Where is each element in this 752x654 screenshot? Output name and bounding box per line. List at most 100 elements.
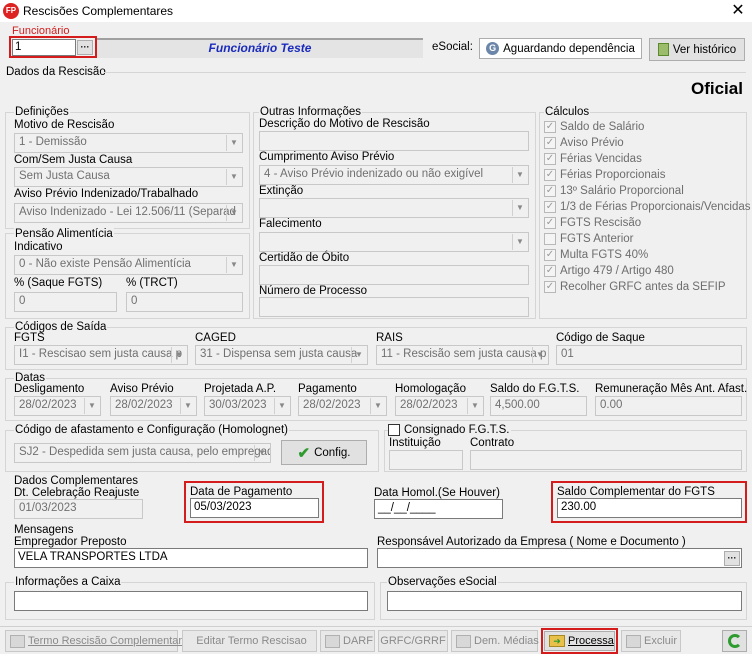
descricao-input[interactable] [259, 131, 529, 151]
processo-input[interactable] [259, 297, 529, 317]
chevron-down-icon: ▼ [180, 398, 195, 414]
history-button[interactable]: Ver histórico [649, 38, 745, 61]
rais-select[interactable]: 11 - Rescisão sem justa causa p ▼ [376, 345, 549, 365]
mensagens-title: Mensagens [14, 524, 74, 536]
pensao-title: Pensão Alimentícia [14, 228, 114, 240]
checkbox-icon: ✓ [544, 153, 556, 165]
contrato-label: Contrato [470, 437, 515, 449]
remuneracao-input[interactable]: 0.00 [595, 396, 742, 416]
aviso-label: Aviso Prévio Indenizado/Trabalhado [14, 188, 199, 200]
contrato-input[interactable] [470, 450, 742, 470]
calculo-item[interactable]: ✓ FGTS Rescisão [544, 215, 744, 231]
celebracao-label: Dt. Celebração Reajuste [14, 487, 140, 499]
esocial-label: eSocial: [432, 41, 473, 53]
obs-input[interactable] [387, 591, 742, 611]
empregador-input[interactable]: VELA TRANSPORTES LTDA [14, 548, 368, 568]
calculo-item[interactable]: ✓ Férias Vencidas [544, 151, 744, 167]
termo-button[interactable]: Termo Rescisão Complementar [5, 630, 182, 652]
calculo-item[interactable]: ✓ Aviso Prévio [544, 135, 744, 151]
caged-select[interactable]: 31 - Dispensa sem justa causa ▼ [195, 345, 368, 365]
consignado-checkbox[interactable]: Consignado F.G.T.S. [388, 422, 512, 438]
saque-fgts-input[interactable]: 0 [14, 292, 117, 312]
saque-input[interactable]: 01 [556, 345, 742, 365]
processa-button[interactable]: ➜ Processa [544, 631, 615, 651]
cumprimento-label: Cumprimento Aviso Prévio [259, 151, 395, 163]
extincao-select[interactable]: ▼ [259, 198, 529, 218]
chevron-down-icon: ▼ [512, 167, 527, 183]
justa-causa-label: Com/Sem Justa Causa [14, 154, 133, 166]
calculo-item[interactable]: ✓ Recolher GRFC antes da SEFIP [544, 279, 744, 295]
calculo-item[interactable]: ✓ Multa FGTS 40% [544, 247, 744, 263]
aviso-previo-date[interactable]: 28/02/2023 ▼ [110, 396, 197, 416]
delete-icon [626, 634, 641, 648]
homologacao-date[interactable]: 28/02/2023 ▼ [395, 396, 484, 416]
close-icon[interactable]: ✕ [724, 0, 752, 22]
aviso-previo-label: Aviso Prévio [110, 383, 174, 395]
pagamento-date[interactable]: 28/02/2023 ▼ [298, 396, 387, 416]
checkbox-icon: ✓ [544, 185, 556, 197]
caixa-label: Informações a Caixa [14, 576, 122, 588]
fgts-label: FGTS [14, 332, 45, 344]
saldo-fgts-input[interactable]: 4,500.00 [490, 396, 587, 416]
projetada-date[interactable]: 30/03/2023 ▼ [204, 396, 291, 416]
chevron-down-icon: ▼ [512, 200, 527, 216]
empregador-label: Empregador Preposto [14, 536, 127, 548]
checkbox-icon: ✓ [544, 137, 556, 149]
fgts-select[interactable]: I1 - Rescisao sem justa causa p ▼ [14, 345, 188, 365]
remuneracao-label: Remuneração Mês Ant. Afast. [595, 383, 748, 395]
grfc-button[interactable]: GRFC/GRRF [378, 630, 448, 652]
print-icon [456, 634, 471, 648]
funcionario-code-input[interactable]: 1 [12, 39, 76, 56]
data-pagamento-input[interactable]: 05/03/2023 [190, 498, 319, 518]
refresh-button[interactable] [722, 630, 747, 652]
chevron-down-icon: ▼ [532, 347, 547, 363]
cumprimento-select[interactable]: 4 - Aviso Prévio indenizado ou não exigí… [259, 165, 529, 185]
funcionario-search-button[interactable]: ··· [77, 40, 93, 55]
excluir-button[interactable]: Excluir [621, 630, 681, 652]
print-icon [325, 634, 340, 648]
chevron-down-icon: ▼ [274, 398, 289, 414]
calculo-item[interactable]: ✓ 13º Salário Proporcional [544, 183, 744, 199]
chevron-down-icon: ▼ [226, 205, 241, 221]
calculo-item[interactable]: ✓ 1/3 de Férias Proporcionais/Vencidas [544, 199, 751, 215]
calculo-item[interactable]: ✓ Férias Proporcionais [544, 167, 744, 183]
funcionario-name: Funcionário Teste [208, 41, 312, 55]
aviso-select[interactable]: Aviso Indenizado - Lei 12.506/11 (Separa… [14, 203, 243, 223]
descricao-label: Descrição do Motivo de Rescisão [259, 118, 430, 130]
afastamento-title: Código de afastamento e Configuração (Ho… [14, 424, 289, 436]
falecimento-select[interactable]: ▼ [259, 232, 529, 252]
instituicao-input[interactable] [389, 450, 463, 470]
config-button[interactable]: ✔ Config. [281, 440, 367, 465]
justa-causa-select[interactable]: Sem Justa Causa ▼ [14, 167, 243, 187]
chevron-down-icon: ▼ [226, 135, 241, 151]
data-pagamento-label: Data de Pagamento [190, 486, 293, 498]
calculo-item[interactable]: FGTS Anterior [544, 231, 744, 247]
responsavel-input[interactable] [377, 548, 742, 568]
caixa-input[interactable] [14, 591, 368, 611]
celebracao-input[interactable]: 01/03/2023 [14, 499, 143, 519]
trct-label: % (TRCT) [126, 277, 178, 289]
certidao-input[interactable] [259, 265, 529, 285]
trct-input[interactable]: 0 [126, 292, 243, 312]
esocial-status-button[interactable]: G Aguardando dependência [479, 38, 642, 59]
rais-label: RAIS [376, 332, 403, 344]
tipo-rescisao: Oficial [691, 79, 743, 98]
darf-button[interactable]: DARF [320, 630, 375, 652]
certidao-label: Certidão de Óbito [259, 252, 350, 264]
saldo-complementar-input[interactable]: 230.00 [557, 498, 742, 518]
editar-termo-button[interactable]: Editar Termo Rescisao [182, 630, 317, 652]
checkbox-icon: ✓ [544, 217, 556, 229]
calculo-item[interactable]: ✓ Artigo 479 / Artigo 480 [544, 263, 744, 279]
obs-label: Observações eSocial [387, 576, 498, 588]
afastamento-select[interactable]: SJ2 - Despedida sem justa causa, pelo em… [14, 443, 271, 463]
homol-input[interactable]: __/__/____ [374, 499, 503, 519]
responsavel-search-button[interactable]: ··· [724, 551, 740, 566]
desligamento-date[interactable]: 28/02/2023 ▼ [14, 396, 101, 416]
calculo-item[interactable]: ✓ Saldo de Salário [544, 119, 744, 135]
history-icon [657, 43, 669, 56]
calculos-title: Cálculos [544, 106, 591, 118]
medias-button[interactable]: Dem. Médias [451, 630, 539, 652]
motivo-select[interactable]: 1 - Demissão ▼ [14, 133, 243, 153]
indicativo-select[interactable]: 0 - Não existe Pensão Alimentícia ▼ [14, 255, 243, 275]
print-icon [10, 634, 25, 648]
